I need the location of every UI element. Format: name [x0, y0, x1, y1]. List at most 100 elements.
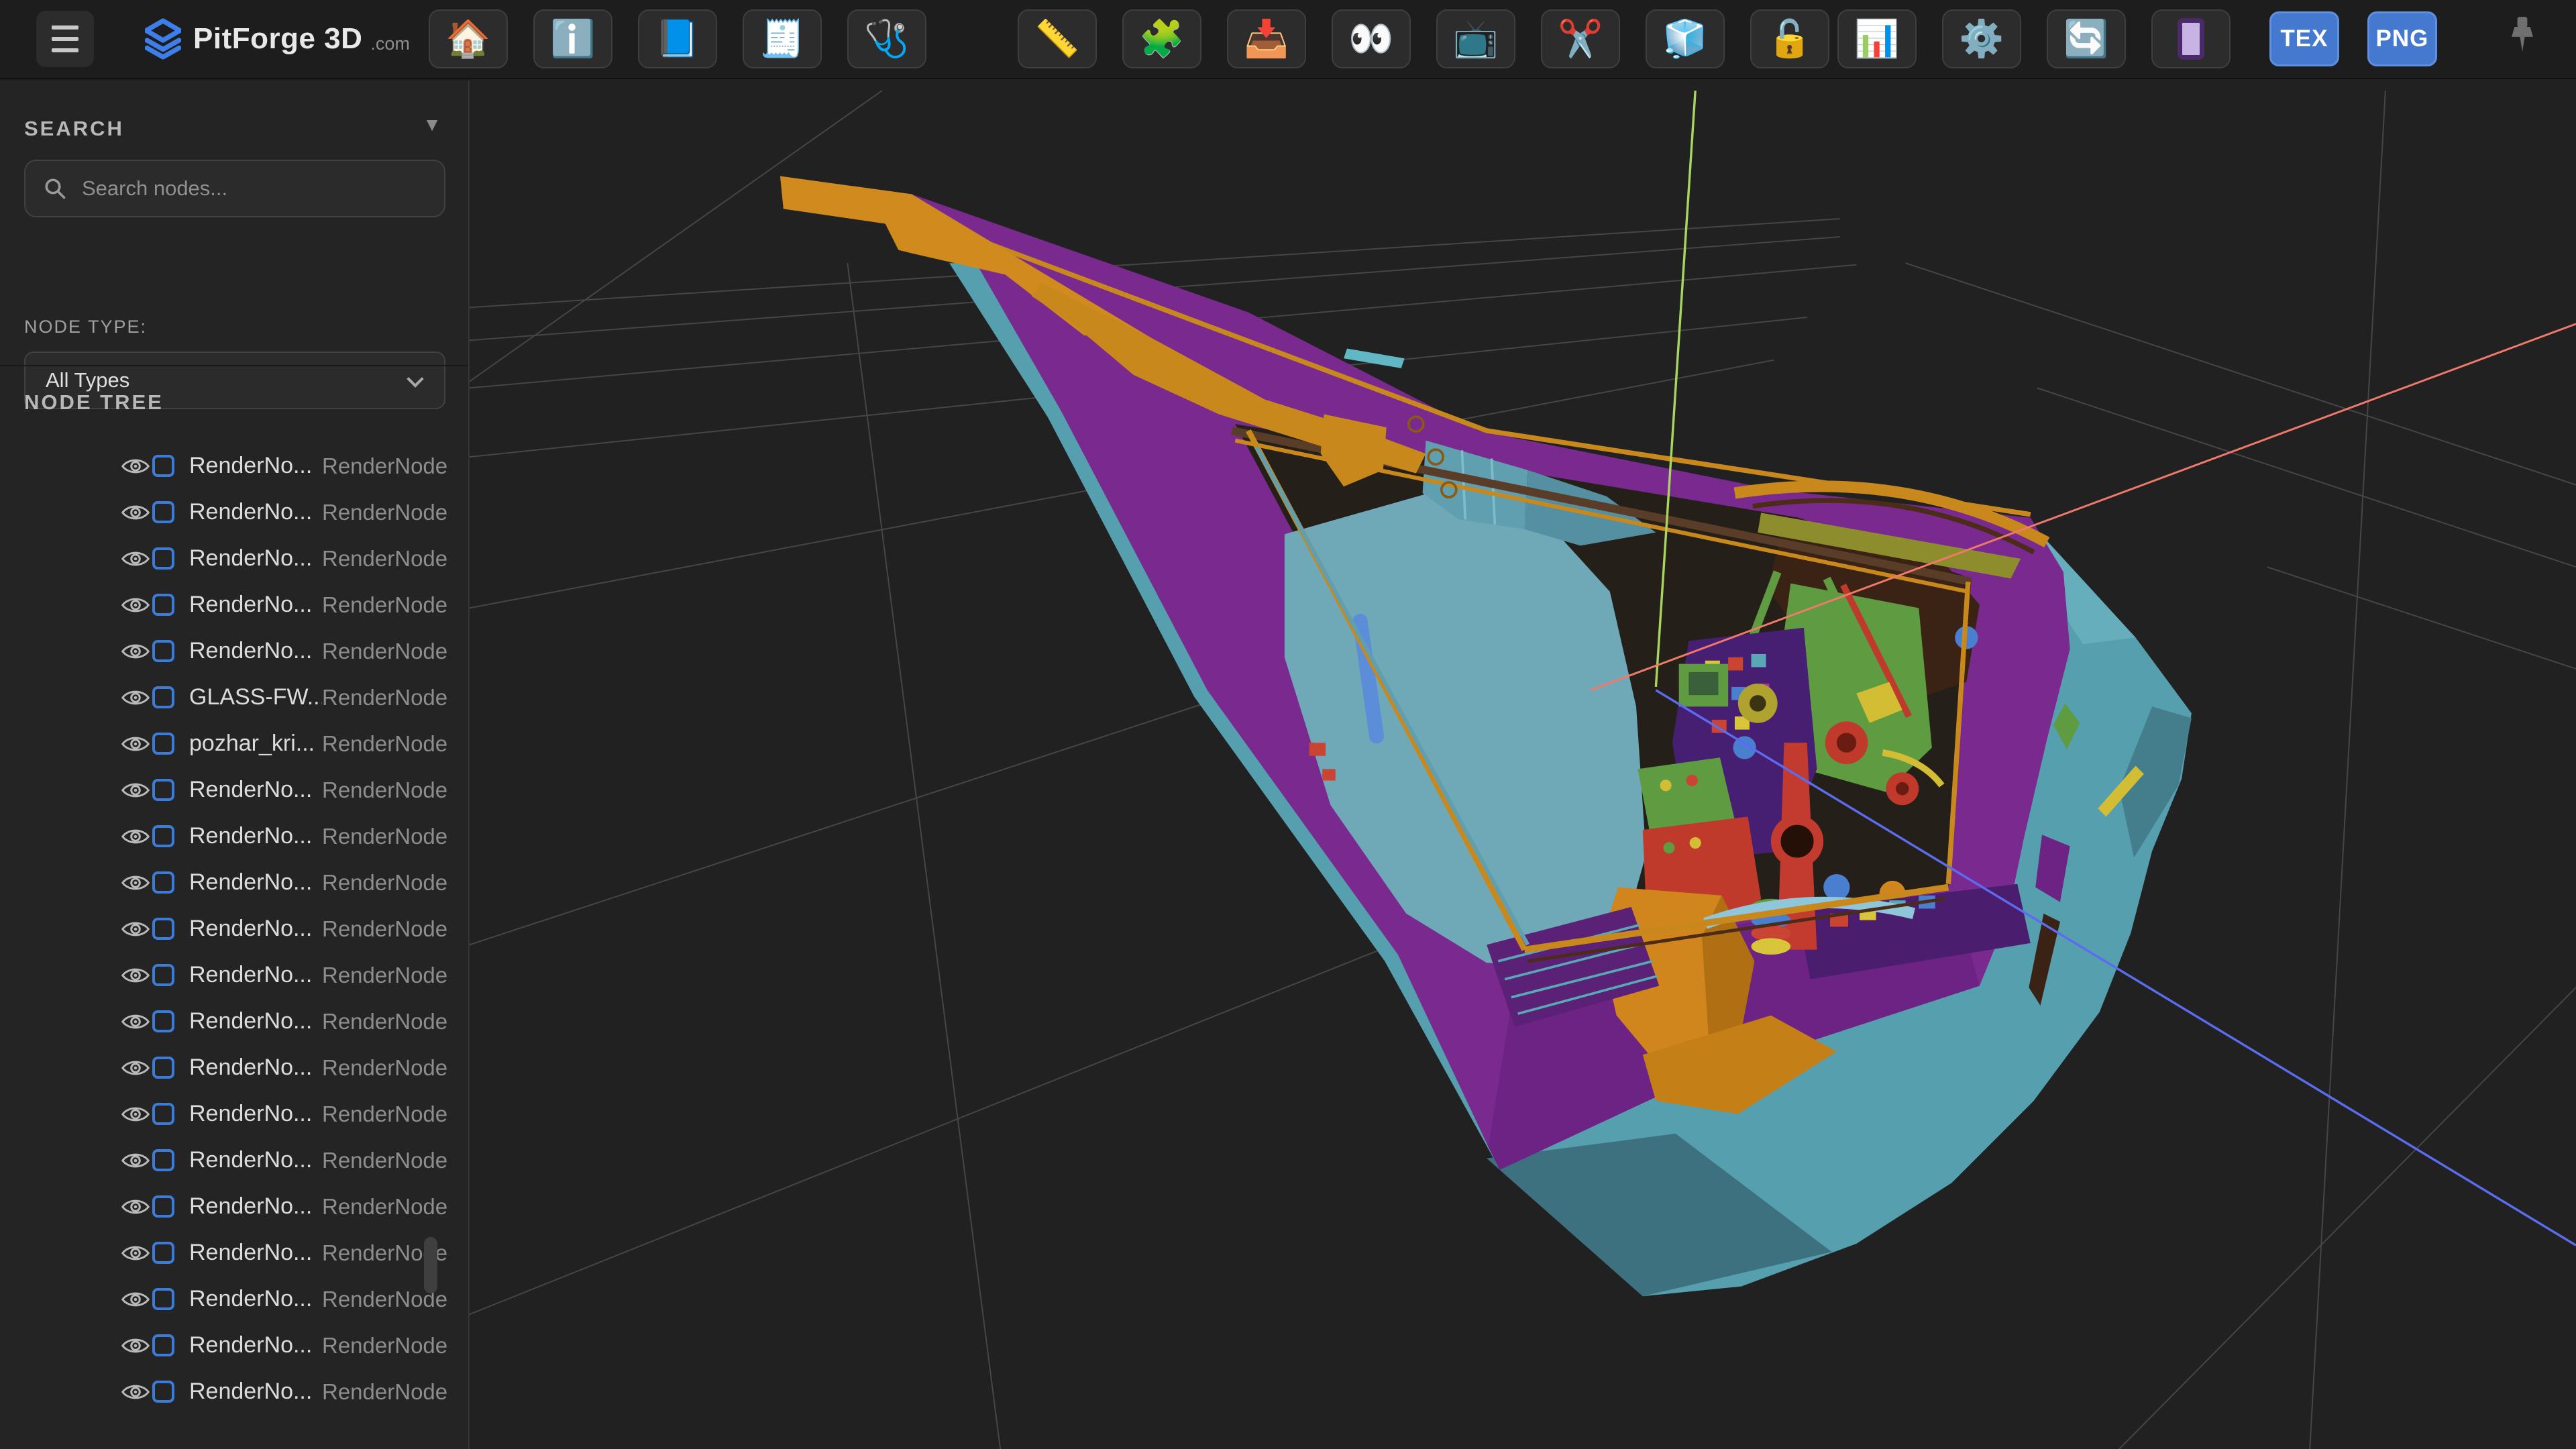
tree-row[interactable]: GLASS-FW... RenderNode [0, 674, 468, 720]
visibility-eye-icon[interactable] [121, 1012, 152, 1031]
tree-row[interactable]: RenderNo... RenderNode [0, 1276, 468, 1322]
tree-row[interactable]: RenderNo... RenderNode [0, 489, 468, 535]
toolbar-eyes-button[interactable]: 👀 [1332, 9, 1411, 68]
toolbar-ruler-button[interactable]: 📏 [1018, 9, 1097, 68]
node-checkbox[interactable] [152, 1195, 174, 1218]
visibility-eye-icon[interactable] [121, 1059, 152, 1077]
toolbar-ice-cube-button[interactable]: 🧊 [1646, 9, 1725, 68]
tree-row[interactable]: RenderNo... RenderNode [0, 906, 468, 952]
visibility-eye-icon[interactable] [121, 503, 152, 522]
tree-row[interactable]: pozhar_kri... RenderNode [0, 720, 468, 767]
visibility-eye-icon[interactable] [121, 1244, 152, 1263]
node-name: RenderNo... [189, 592, 322, 618]
tree-row[interactable]: RenderNo... RenderNode [0, 1183, 468, 1230]
toolbar-inbox-button[interactable]: 📥 [1227, 9, 1306, 68]
visibility-eye-icon[interactable] [121, 781, 152, 800]
node-type: RenderNode [322, 592, 447, 618]
node-checkbox[interactable] [152, 918, 174, 940]
toolbar-info-button[interactable]: ℹ️ [533, 9, 612, 68]
export-tex-button[interactable]: TEX [2269, 11, 2339, 66]
visibility-eye-icon[interactable] [121, 1383, 152, 1401]
tree-row[interactable]: RenderNo... RenderNode [0, 859, 468, 906]
node-checkbox[interactable] [152, 825, 174, 847]
tree-row[interactable]: RenderNo... RenderNode [0, 443, 468, 489]
node-name: RenderNo... [189, 1286, 322, 1312]
visibility-eye-icon[interactable] [121, 688, 152, 707]
toolbar-refresh-button[interactable]: 🔄 [2047, 9, 2126, 68]
node-checkbox[interactable] [152, 501, 174, 523]
tree-row[interactable]: RenderNo... RenderNode [0, 1368, 468, 1415]
node-type: RenderNode [322, 1009, 447, 1034]
toolbar-tv-button[interactable]: 📺 [1436, 9, 1515, 68]
node-checkbox[interactable] [152, 871, 174, 894]
node-checkbox[interactable] [152, 1334, 174, 1356]
visibility-eye-icon[interactable] [121, 827, 152, 846]
visibility-eye-icon[interactable] [121, 966, 152, 985]
tree-row[interactable]: RenderNo... RenderNode [0, 952, 468, 998]
tree-row[interactable]: RenderNo... RenderNode [0, 1137, 468, 1183]
node-checkbox[interactable] [152, 1057, 174, 1079]
node-checkbox[interactable] [152, 733, 174, 755]
toolbar-scissors-button[interactable]: ✂️ [1541, 9, 1620, 68]
tree-row[interactable]: RenderNo... RenderNode [0, 1322, 468, 1368]
viewport-3d[interactable] [470, 79, 2576, 1449]
node-checkbox[interactable] [152, 686, 174, 708]
toolbar-blue-book-button[interactable]: 📘 [638, 9, 717, 68]
collapse-triangle-icon[interactable]: ▼ [423, 114, 441, 136]
node-checkbox[interactable] [152, 1103, 174, 1125]
pin-button[interactable] [2508, 15, 2537, 63]
node-checkbox[interactable] [152, 547, 174, 570]
visibility-eye-icon[interactable] [121, 642, 152, 661]
visibility-eye-icon[interactable] [121, 920, 152, 938]
tree-row[interactable]: RenderNo... RenderNode [0, 1091, 468, 1137]
node-checkbox[interactable] [152, 640, 174, 662]
node-checkbox[interactable] [152, 1381, 174, 1403]
node-name: RenderNo... [189, 638, 322, 664]
node-checkbox[interactable] [152, 455, 174, 477]
cockpit-model[interactable] [780, 176, 2192, 1296]
tree-row[interactable]: RenderNo... RenderNode [0, 767, 468, 813]
visibility-eye-icon[interactable] [121, 1151, 152, 1170]
viewport-canvas[interactable] [470, 79, 2576, 1449]
node-checkbox[interactable] [152, 964, 174, 986]
tree-row[interactable]: RenderNo... RenderNode [0, 813, 468, 859]
tree-row[interactable]: RenderNo... RenderNode [0, 628, 468, 674]
tree-row[interactable]: RenderNo... RenderNode [0, 998, 468, 1044]
node-name: GLASS-FW... [189, 684, 322, 710]
visibility-eye-icon[interactable] [121, 596, 152, 614]
toolbar-unlock-button[interactable]: 🔓 [1750, 9, 1829, 68]
visibility-eye-icon[interactable] [121, 549, 152, 568]
toolbar-receipt-button[interactable]: 🧾 [743, 9, 822, 68]
toolbar-puzzle-button[interactable]: 🧩 [1122, 9, 1201, 68]
visibility-eye-icon[interactable] [121, 1290, 152, 1309]
toolbar-stethoscope-button[interactable]: 🩺 [847, 9, 926, 68]
info-icon: ℹ️ [550, 21, 595, 57]
node-checkbox[interactable] [152, 1149, 174, 1171]
visibility-eye-icon[interactable] [121, 735, 152, 753]
visibility-eye-icon[interactable] [121, 1105, 152, 1124]
node-type: RenderNode [322, 731, 447, 757]
tree-row[interactable]: RenderNo... RenderNode [0, 535, 468, 582]
toolbar-bar-chart-button[interactable]: 📊 [1837, 9, 1917, 68]
tree-row[interactable]: RenderNo... RenderNode [0, 1044, 468, 1091]
export-png-button[interactable]: PNG [2367, 11, 2437, 66]
toolbar-home-button[interactable]: 🏠 [429, 9, 508, 68]
tree-row[interactable]: RenderNo... RenderNode [0, 1230, 468, 1276]
menu-button[interactable] [36, 11, 94, 67]
search-input[interactable] [80, 176, 429, 201]
tree-row[interactable]: RenderNo... RenderNode [0, 582, 468, 628]
node-checkbox[interactable] [152, 594, 174, 616]
node-checkbox[interactable] [152, 1242, 174, 1264]
toolbar-purple-panel-button[interactable] [2151, 9, 2231, 68]
visibility-eye-icon[interactable] [121, 873, 152, 892]
visibility-eye-icon[interactable] [121, 457, 152, 476]
node-checkbox[interactable] [152, 779, 174, 801]
toolbar-gear-button[interactable]: ⚙️ [1942, 9, 2021, 68]
visibility-eye-icon[interactable] [121, 1336, 152, 1355]
node-checkbox[interactable] [152, 1010, 174, 1032]
sidebar: SEARCH ▼ NODE TYPE: All Types NODE TREE … [0, 80, 470, 1449]
node-checkbox[interactable] [152, 1288, 174, 1310]
visibility-eye-icon[interactable] [121, 1197, 152, 1216]
tree-section-title: NODE TREE [24, 390, 164, 415]
sidebar-scrollbar[interactable] [424, 1237, 437, 1293]
